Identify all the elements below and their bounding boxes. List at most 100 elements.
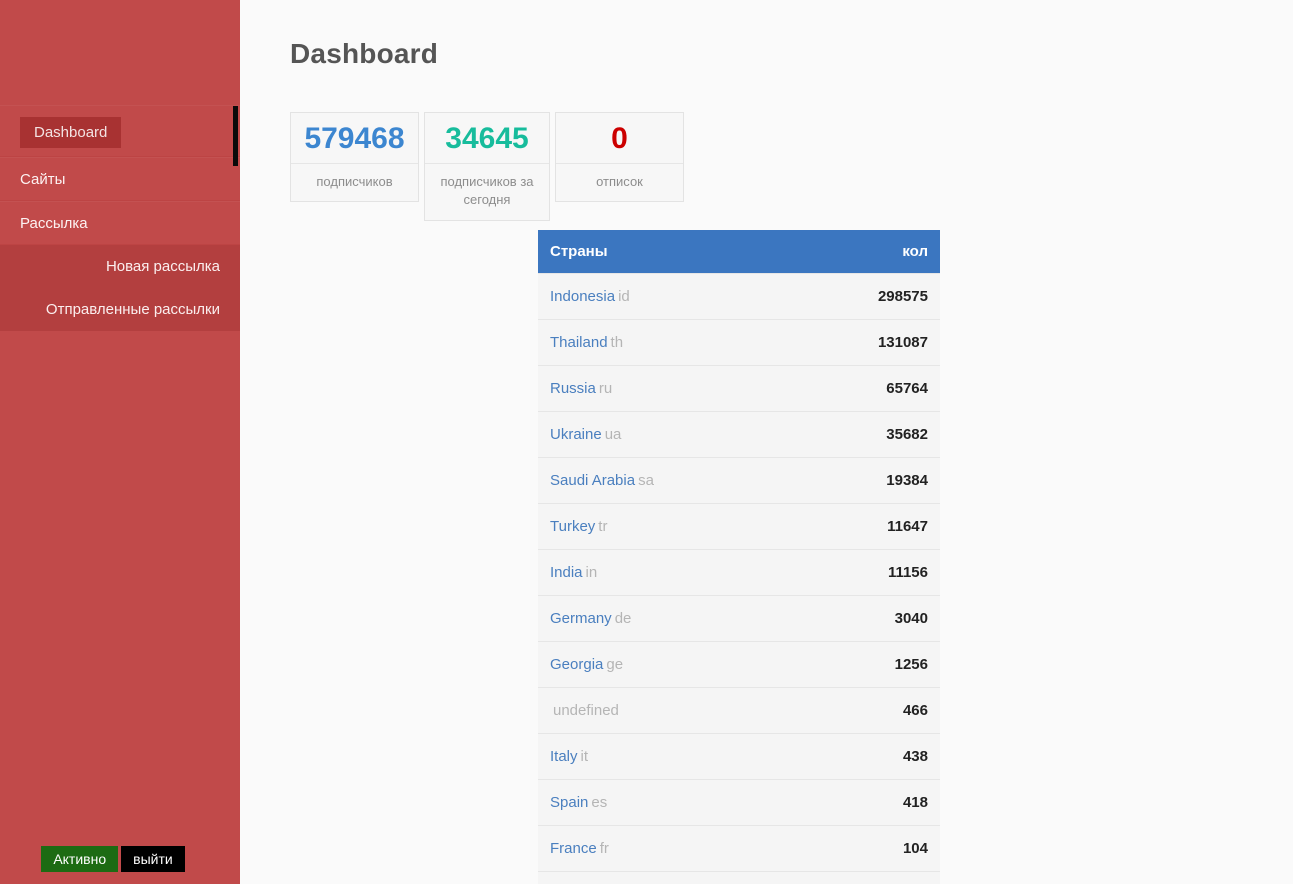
country-name[interactable]: Saudi Arabia [550, 472, 635, 489]
table-cell-country: Italy it [538, 733, 739, 780]
country-code: ru [598, 380, 613, 397]
country-code: sa [638, 472, 654, 489]
sidebar-item-sites[interactable]: Сайты [0, 157, 240, 201]
table-cell-country: Turkey tr [538, 503, 739, 550]
stat-card-subscribers-label: подписчиков [291, 162, 418, 202]
country-name[interactable]: Spain [550, 794, 588, 811]
table-row[interactable]: undefined 466 [538, 687, 940, 734]
sidebar-nav: Dashboard Сайты Рассылка [0, 105, 240, 245]
countries-table: Страны кол Indonesia id 298575 Thailand th 13… [538, 230, 940, 884]
table-row[interactable]: Indonesia id 298575 [538, 273, 940, 320]
countries-table-head: Страны кол [538, 230, 940, 274]
country-code: de [614, 610, 632, 627]
sidebar-subitem-sent-mailings[interactable]: Отправленные рассылки [0, 288, 240, 331]
stat-card-unsubscribes: 0 отписок [555, 112, 684, 203]
stats-cards: 579468 подписчиков 34645 подписчиков за … [290, 112, 689, 222]
main-content: Dashboard 579468 подписчиков 34645 подпи… [240, 0, 1293, 884]
table-row[interactable]: Italy it 438 [538, 733, 940, 780]
table-row[interactable]: Germany de 3040 [538, 595, 940, 642]
country-code: in [585, 564, 598, 581]
table-row[interactable]: Thailand th 131087 [538, 319, 940, 366]
sidebar-item-mailing[interactable]: Рассылка [0, 201, 240, 245]
country-name[interactable]: France [550, 840, 597, 857]
table-cell-country: Saudi Arabia sa [538, 457, 739, 504]
country-code: fr [599, 840, 609, 857]
sidebar-item-dashboard-label: Dashboard [20, 116, 122, 148]
country-code: id [618, 288, 630, 305]
table-cell-count: 104 [739, 825, 940, 872]
table-cell-country: Thailand th [538, 319, 739, 366]
dashboard-page: Dashboard Сайты Рассылка Новая рассылка … [0, 0, 1293, 884]
country-name[interactable]: Thailand [550, 334, 608, 351]
country-name[interactable]: Italy [550, 748, 578, 765]
country-code: th [610, 334, 624, 351]
stat-card-subscribers-today: 34645 подписчиков за сегодня [424, 112, 550, 222]
stat-card-unsubscribes-label: отписок [556, 162, 683, 202]
sidebar-subitem-new-mailing-label: Новая рассылка [105, 258, 220, 275]
table-row[interactable]: Russia ru 65764 [538, 365, 940, 412]
sidebar-scrollbar-thumb[interactable] [233, 106, 238, 166]
status-badge-active[interactable]: Активно [41, 846, 119, 872]
table-cell-country: Indonesia id [538, 273, 739, 320]
table-cell-count: 74 [739, 871, 940, 884]
sidebar-top-spacer [0, 0, 240, 105]
countries-table-body: Indonesia id 298575 Thailand th 131087 Russia r… [538, 273, 940, 884]
table-cell-country: France fr [538, 825, 739, 872]
table-cell-count: 1256 [739, 641, 940, 688]
table-header-row: Страны кол [538, 230, 940, 274]
table-cell-count: 298575 [739, 273, 940, 320]
table-row[interactable]: France fr 104 [538, 825, 940, 872]
table-cell-count: 19384 [739, 457, 940, 504]
table-row[interactable]: India in 11156 [538, 549, 940, 596]
table-cell-count: 131087 [739, 319, 940, 366]
country-code: es [591, 794, 608, 811]
sidebar: Dashboard Сайты Рассылка Новая рассылка … [0, 0, 240, 884]
table-cell-country: Spain es [538, 779, 739, 826]
table-cell-count: 11156 [739, 549, 940, 596]
sidebar-subitem-new-mailing[interactable]: Новая рассылка [0, 245, 240, 288]
table-cell-count: 35682 [739, 411, 940, 458]
table-row[interactable]: Saudi Arabia sa 19384 [538, 457, 940, 504]
stat-card-unsubscribes-value: 0 [611, 122, 628, 155]
country-name[interactable]: Georgia [550, 656, 603, 673]
country-code: tr [598, 518, 608, 535]
table-cell-country: Georgia ge [538, 641, 739, 688]
country-name[interactable]: Germany [550, 610, 612, 627]
table-row[interactable]: Turkey tr 11647 [538, 503, 940, 550]
country-code: ge [606, 656, 624, 673]
country-code: ua [604, 426, 622, 443]
table-cell-count: 466 [739, 687, 940, 734]
country-name[interactable]: Indonesia [550, 288, 615, 305]
page-title: Dashboard [290, 38, 439, 69]
country-name[interactable]: Russia [550, 380, 596, 397]
sidebar-item-sites-label: Сайты [20, 171, 66, 188]
stat-card-subscribers-today-label: подписчиков за сегодня [425, 162, 549, 221]
logout-button[interactable]: выйти [121, 846, 185, 872]
country-name: undefined [553, 702, 619, 719]
country-name[interactable]: Ukraine [550, 426, 602, 443]
table-cell-count: 3040 [739, 595, 940, 642]
country-code: it [580, 748, 589, 765]
country-name[interactable]: Turkey [550, 518, 595, 535]
table-row[interactable]: Georgia ge 1256 [538, 641, 940, 688]
table-row[interactable]: Ukraine ua 35682 [538, 411, 940, 458]
sidebar-scrollbar[interactable] [233, 0, 238, 884]
table-row[interactable]: Malaysiamy74 [538, 871, 940, 884]
table-cell-country: Ukraine ua [538, 411, 739, 458]
column-header-countries[interactable]: Страны [538, 230, 739, 274]
country-name[interactable]: India [550, 564, 583, 581]
table-row[interactable]: Spain es 418 [538, 779, 940, 826]
table-cell-country: Russia ru [538, 365, 739, 412]
table-cell-country: undefined [538, 687, 739, 734]
table-cell-count: 418 [739, 779, 940, 826]
stat-card-subscribers: 579468 подписчиков [290, 112, 419, 203]
table-cell-count: 438 [739, 733, 940, 780]
column-header-count[interactable]: кол [739, 230, 940, 274]
sidebar-footer: Активно выйти [0, 846, 240, 872]
table-cell-count: 11647 [739, 503, 940, 550]
sidebar-item-mailing-label: Рассылка [20, 215, 88, 232]
stat-card-subscribers-today-value: 34645 [445, 122, 529, 155]
table-cell-country: India in [538, 549, 739, 596]
sidebar-item-dashboard[interactable]: Dashboard [0, 105, 240, 157]
sidebar-submenu: Новая рассылка Отправленные рассылки [0, 245, 240, 331]
